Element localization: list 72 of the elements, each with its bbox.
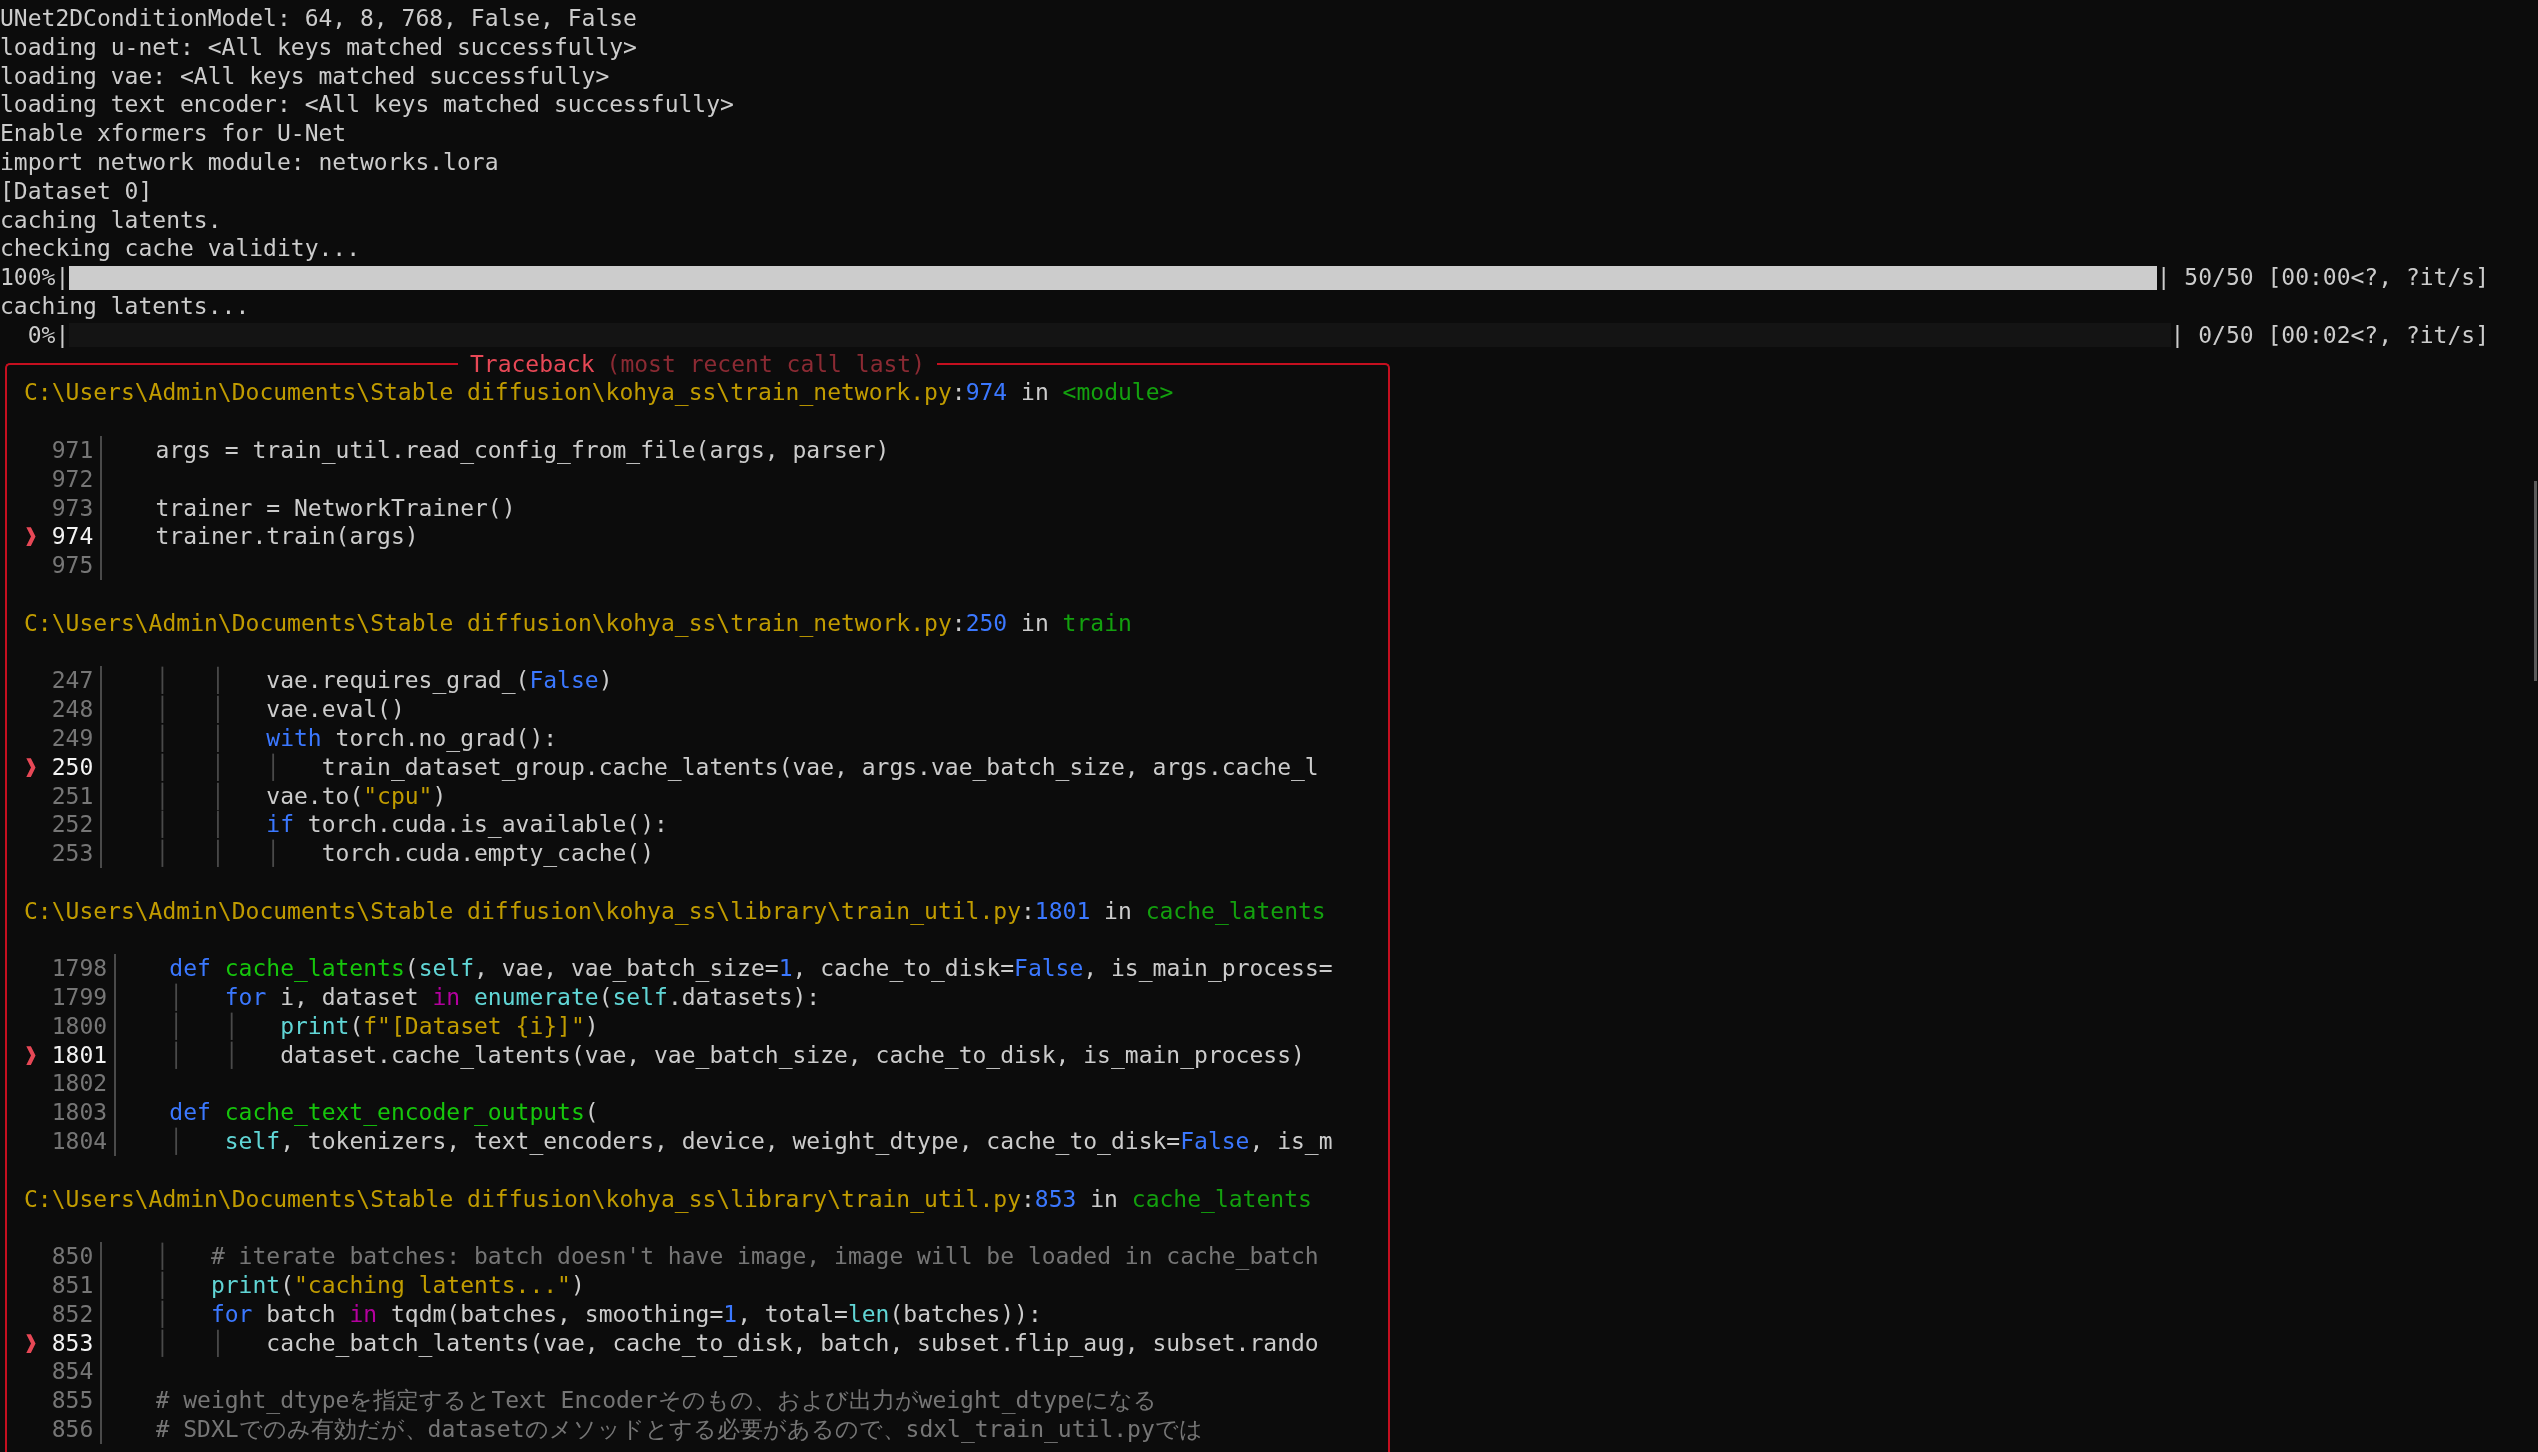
line-number: 854 [51, 1357, 94, 1387]
progress-percent: 100%| [0, 263, 70, 292]
line-number: 975 [51, 551, 94, 580]
line-number: 250 [51, 752, 94, 782]
progress-stats: | 0/50 [00:02<?, ?it/s] [2170, 320, 2489, 350]
log-line: loading u-net: <All keys matched successfully> [0, 32, 638, 62]
code-text: │ │ │ torch.cuda.empty_cache() [155, 839, 655, 868]
code-text: │ for batch in tqdm(batches, smoothing=1, total=len(batches)): [155, 1299, 1042, 1328]
code-text: │ │ dataset.cache_latents(vae, vae_batch_size, cache_to_disk, is_main_process) [169, 1040, 1305, 1070]
line-number: 974 [51, 522, 94, 552]
code-text: │ │ │ train_dataset_group.cache_latents(vae, args.vae_batch_size, args.cache_l [155, 752, 1319, 781]
code-text: trainer.train(args) [155, 522, 419, 552]
line-number: 856 [51, 1415, 94, 1444]
line-number: 1801 [51, 1040, 108, 1070]
line-number: 253 [51, 839, 94, 868]
line-number: 852 [51, 1299, 94, 1329]
current-line-marker: ❱ [24, 1040, 38, 1070]
log-line: caching latents. [0, 205, 223, 235]
line-number: 972 [51, 464, 94, 494]
line-number: 971 [51, 435, 94, 465]
log-line: caching latents... [0, 291, 251, 321]
code-text: │ self, tokenizers, text_encoders, device, weight_dtype, cache_to_disk=False, is_m [169, 1127, 1333, 1156]
code-text: │ │ with torch.no_grad(): [155, 724, 558, 752]
line-number: 249 [51, 723, 94, 753]
line-number: 1800 [51, 1011, 108, 1041]
code-text: trainer = NetworkTrainer() [155, 493, 516, 523]
log-line: loading vae: <All keys matched successfully> [0, 61, 611, 91]
log-line: UNet2DConditionModel: 64, 8, 768, False, False [0, 4, 638, 33]
code-text: │ │ vae.requires_grad_(False) [155, 666, 613, 696]
traceback-subtitle: (most recent call last) [606, 349, 926, 379]
code-text: │ # iterate batches: batch doesn't have image, image will be loaded in cache_batch [155, 1242, 1319, 1272]
log-line: loading text encoder: <All keys matched successfully> [0, 90, 735, 120]
code-text: │ for i, dataset in enumerate(self.datasets): [169, 983, 821, 1012]
current-line-marker: ❱ [24, 752, 38, 782]
traceback-title: Traceback [469, 349, 595, 379]
code-text: # SDXLでのみ有効だが、datasetのメソッドとする必要があるので、sdxl_train_util.pyでは [155, 1415, 1203, 1444]
code-text: │ │ vae.to("cpu") [155, 781, 447, 811]
line-number: 1799 [51, 983, 108, 1012]
code-text: │ │ if torch.cuda.is_available(): [155, 810, 668, 840]
progress-stats: | 50/50 [00:00<?, ?it/s] [2156, 263, 2489, 292]
log-line: [Dataset 0] [0, 176, 154, 206]
line-number: 1802 [51, 1069, 108, 1099]
code-text: def cache_text_encoder_outputs( [169, 1098, 599, 1127]
line-number: 973 [51, 493, 94, 523]
line-number: 851 [51, 1271, 94, 1300]
frame-location: C:\Users\Admin\Documents\Stable diffusion\kohya_ss\train_network.py:250 in train [24, 608, 1132, 638]
line-number: 1798 [51, 954, 108, 984]
current-line-marker: ❱ [24, 1328, 38, 1358]
line-number: 247 [51, 666, 94, 696]
log-line: Enable xformers for U-Net [0, 119, 348, 148]
log-line: checking cache validity... [0, 234, 362, 264]
code-text: │ │ print(f"[Dataset {i}]") [169, 1011, 599, 1040]
line-number: 855 [51, 1386, 94, 1416]
log-line: import network module: networks.lora [0, 148, 500, 177]
line-number: 850 [51, 1242, 94, 1272]
code-text: │ print("caching latents...") [155, 1271, 585, 1300]
code-text: # weight_dtypeを指定するとText Encoderそのもの、および出力がweight_dtypeになる [155, 1386, 1157, 1416]
frame-location: C:\Users\Admin\Documents\Stable diffusion\kohya_ss\library\train_util.py:853 in cache_latents [24, 1184, 1312, 1214]
line-number: 248 [51, 695, 94, 724]
line-number: 853 [51, 1328, 94, 1358]
progress-percent: 0%| [26, 320, 70, 350]
code-text: │ │ cache_batch_latents(vae, cache_to_disk, batch, subset.flip_aug, subset.rando [155, 1328, 1319, 1358]
frame-location: C:\Users\Admin\Documents\Stable diffusion\kohya_ss\library\train_util.py:1801 in cache_latents [24, 896, 1326, 926]
frame-location: C:\Users\Admin\Documents\Stable diffusion\kohya_ss\train_network.py:974 in <module> [24, 378, 1174, 408]
current-line-marker: ❱ [24, 522, 38, 552]
code-text: def cache_latents(self, vae, vae_batch_size=1, cache_to_disk=False, is_main_process= [169, 954, 1333, 983]
code-text: args = train_util.read_config_from_file(args, parser) [155, 435, 890, 465]
line-number: 1803 [51, 1098, 108, 1128]
code-text: │ │ vae.eval() [155, 695, 405, 724]
line-number: 1804 [51, 1127, 108, 1156]
line-number: 252 [51, 810, 94, 840]
line-number: 251 [51, 781, 94, 811]
